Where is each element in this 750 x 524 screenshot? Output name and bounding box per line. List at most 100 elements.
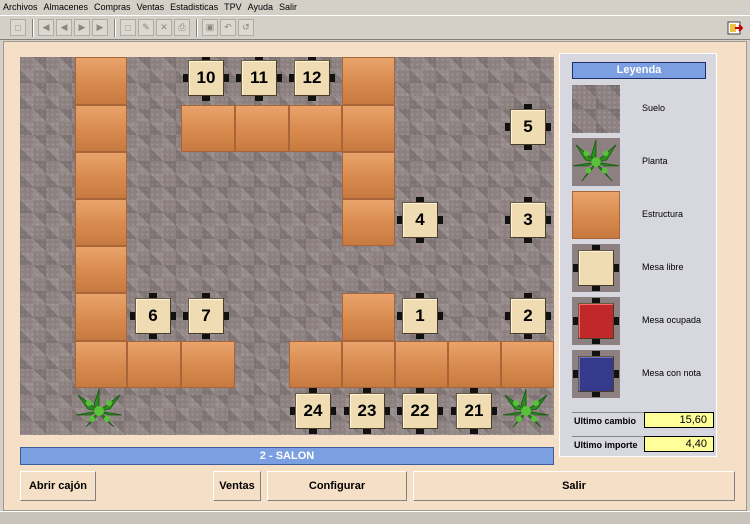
table-10[interactable]: 10 <box>183 57 229 101</box>
menu-estadisticas[interactable]: Estadisticas <box>167 0 221 15</box>
prev-record-icon[interactable]: ◀ <box>56 19 72 36</box>
menu-compras[interactable]: Compras <box>91 0 134 15</box>
table-3[interactable]: 3 <box>505 197 551 243</box>
print-icon[interactable]: ⎙ <box>174 19 190 36</box>
legend-label: Suelo <box>642 103 666 113</box>
legend-title: Leyenda <box>572 62 706 79</box>
structure-block <box>75 105 127 152</box>
ventas-button[interactable]: Ventas <box>213 471 261 501</box>
legend-panel: Leyenda Suelo Planta Estructura Mesa lib… <box>559 53 717 457</box>
menu-ayuda[interactable]: Ayuda <box>245 0 276 15</box>
structure-block <box>235 105 289 152</box>
table-7[interactable]: 7 <box>183 293 229 339</box>
structure-block <box>75 199 127 246</box>
structure-block <box>181 105 235 152</box>
structure-block <box>395 341 448 388</box>
ultimo-importe-label: Ultimo importe <box>572 436 644 452</box>
structure-block <box>342 293 395 341</box>
edit-icon[interactable]: ✎ <box>138 19 154 36</box>
next-record-icon[interactable]: ▶ <box>74 19 90 36</box>
refresh-icon[interactable]: ↺ <box>238 19 254 36</box>
occupied-table-swatch-icon <box>572 297 620 345</box>
table-number: 21 <box>456 393 492 429</box>
table-number: 11 <box>241 60 277 96</box>
table-4[interactable]: 4 <box>397 197 443 243</box>
last-record-icon[interactable]: ▶ <box>92 19 108 36</box>
menu-salir[interactable]: Salir <box>276 0 300 15</box>
floor-plan: 10 11 12 5 4 3 6 7 1 2 24 23 22 21 <box>20 57 554 435</box>
plant-swatch-icon <box>572 138 620 186</box>
structure-block <box>289 105 342 152</box>
first-record-icon[interactable]: ◀ <box>38 19 54 36</box>
structure-block <box>448 341 501 388</box>
legend-label: Mesa libre <box>642 262 684 272</box>
table-number: 7 <box>188 298 224 334</box>
save-icon[interactable]: ▣ <box>202 19 218 36</box>
ultimo-cambio-label: Ultimo cambio <box>572 412 644 428</box>
new-record-icon[interactable]: □ <box>10 19 26 36</box>
table-1[interactable]: 1 <box>397 293 443 339</box>
table-23[interactable]: 23 <box>344 388 390 434</box>
structure-block <box>75 341 127 388</box>
structure-block <box>75 293 127 341</box>
exit-icon[interactable] <box>726 19 744 37</box>
structure-block <box>342 57 395 105</box>
table-21[interactable]: 21 <box>451 388 497 434</box>
table-number: 22 <box>402 393 438 429</box>
table-12[interactable]: 12 <box>289 57 335 101</box>
insert-icon[interactable]: □ <box>120 19 136 36</box>
table-5[interactable]: 5 <box>505 104 551 150</box>
structure-block <box>342 199 395 246</box>
configurar-button[interactable]: Configurar <box>267 471 407 501</box>
menu-archivos[interactable]: Archivos <box>0 0 41 15</box>
structure-block <box>75 152 127 199</box>
toolbar-separator <box>114 19 116 37</box>
table-number: 12 <box>294 60 330 96</box>
structure-block <box>342 341 395 388</box>
table-number: 5 <box>510 109 546 145</box>
legend-label: Planta <box>642 156 668 166</box>
table-number: 6 <box>135 298 171 334</box>
room-title: 2 - SALON <box>20 447 554 465</box>
plant-icon <box>501 387 551 431</box>
ultimo-cambio-value: 15,60 <box>644 412 714 428</box>
table-number: 3 <box>510 202 546 238</box>
structure-block <box>75 57 127 105</box>
menu-almacenes[interactable]: Almacenes <box>41 0 92 15</box>
toolbar: □ ◀ ◀ ▶ ▶ □ ✎ ✕ ⎙ ▣ ↶ ↺ <box>0 15 750 40</box>
table-number: 24 <box>295 393 331 429</box>
table-number: 4 <box>402 202 438 238</box>
salir-button[interactable]: Salir <box>413 471 735 501</box>
legend-label: Mesa ocupada <box>642 315 702 325</box>
table-number: 23 <box>349 393 385 429</box>
table-24[interactable]: 24 <box>290 388 336 434</box>
table-2[interactable]: 2 <box>505 293 551 339</box>
table-22[interactable]: 22 <box>397 388 443 434</box>
table-number: 1 <box>402 298 438 334</box>
structure-block <box>289 341 342 388</box>
structure-block <box>127 341 181 388</box>
ultimo-importe-value: 4,40 <box>644 436 714 452</box>
free-table-swatch-icon <box>572 244 620 292</box>
table-number: 2 <box>510 298 546 334</box>
structure-block <box>181 341 235 388</box>
structure-swatch-icon <box>572 191 620 239</box>
table-11[interactable]: 11 <box>236 57 282 101</box>
status-bar <box>0 511 750 524</box>
delete-icon[interactable]: ✕ <box>156 19 172 36</box>
table-6[interactable]: 6 <box>130 293 176 339</box>
plant-icon <box>74 387 124 431</box>
table-number: 10 <box>188 60 224 96</box>
legend-label: Mesa con nota <box>642 368 702 378</box>
structure-block <box>342 105 395 152</box>
structure-block <box>75 246 127 293</box>
toolbar-separator <box>196 19 198 37</box>
menu-ventas[interactable]: Ventas <box>134 0 168 15</box>
menu-bar: Archivos Almacenes Compras Ventas Estadistic… <box>0 0 750 15</box>
abrir-cajon-button[interactable]: Abrir cajón <box>20 471 96 501</box>
undo-icon[interactable]: ↶ <box>220 19 236 36</box>
menu-tpv[interactable]: TPV <box>221 0 245 15</box>
floor-swatch-icon <box>572 85 620 133</box>
structure-block <box>501 341 554 388</box>
structure-block <box>342 152 395 199</box>
